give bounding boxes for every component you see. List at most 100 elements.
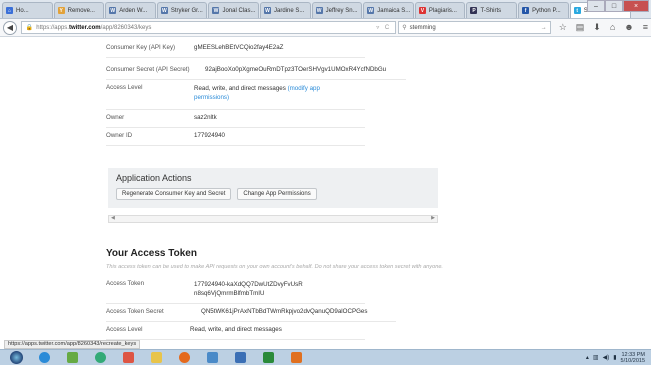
row-label: Consumer Secret (API Secret) [106, 66, 190, 73]
wiki-icon: W [264, 7, 272, 14]
plagiarism-icon: V [418, 7, 426, 14]
url-prefix: https://apps. [36, 24, 69, 31]
search-bar[interactable]: ⚲ stemming → [398, 21, 551, 34]
browser-tab-strip: ⌂ Ho... Y Remove... W Arden W... W Stryker G… [0, 0, 651, 19]
tab-label: Jardine S... [274, 7, 305, 14]
tray-arrow-icon[interactable]: ▴ [586, 354, 589, 361]
chat-icon[interactable]: ☻ [624, 22, 633, 33]
home-icon[interactable]: ⌂ [610, 22, 615, 33]
python-icon [234, 352, 246, 363]
wiki-icon: W [109, 7, 117, 14]
row-label: Access Token Secret [106, 308, 164, 315]
browser-tab[interactable]: P T-Shirts [466, 2, 518, 18]
taskbar-excel[interactable] [256, 351, 280, 365]
folder-icon [66, 352, 78, 363]
reading-list-icon[interactable]: ▤ [576, 22, 585, 33]
wiki-icon: W [315, 7, 323, 14]
tab-label: Arden W... [119, 7, 148, 14]
clock-time: 12:33 PM [621, 351, 645, 358]
taskbar-firefox[interactable] [172, 351, 196, 365]
tab-label: Remove... [67, 7, 95, 14]
access-token-row: Access Token 177924940-kaXdQQ7DwUtZDvyFv… [106, 280, 365, 304]
star-icon[interactable]: ☆ [559, 22, 567, 33]
access-token-secret-row: Access Token Secret QN5tWK61jPrAxNTbBdTW… [106, 308, 396, 322]
regenerate-keys-button[interactable]: Regenerate Consumer Key and Secret [116, 188, 232, 200]
menu-icon[interactable]: ≡ [643, 22, 648, 33]
token-access-level-value: Read, write, and direct messages [190, 326, 282, 333]
taskbar-explorer[interactable] [60, 351, 84, 365]
clock-date: 5/10/2015 [620, 357, 645, 364]
search-input[interactable]: stemming [410, 25, 436, 31]
browser-tab[interactable]: V Plagiaris... [414, 2, 466, 18]
taskbar-files[interactable] [144, 351, 168, 365]
system-clock[interactable]: 12:33 PM 5/10/2015 [621, 352, 645, 364]
start-button[interactable] [4, 351, 28, 365]
toolbar-icons: ☆ ▤ ⬇ ⌂ ☻ ≡ [559, 22, 648, 33]
network-icon[interactable]: ▥ [593, 354, 599, 361]
consumer-key-value: gMEESLehBEtVCQio2fay4E2aZ [194, 44, 284, 51]
row-label: Consumer Key (API Key) [106, 44, 176, 51]
url-domain: twitter.com [68, 24, 101, 31]
taskbar-app[interactable] [200, 351, 224, 365]
taskbar-ie[interactable] [32, 351, 56, 365]
browser-tab[interactable]: ⌂ Ho... [2, 2, 53, 18]
application-actions-panel: Application Actions Regenerate Consumer … [108, 168, 438, 208]
owner-id-value: 177924940 [194, 132, 225, 139]
window-controls: – □ × [587, 0, 649, 12]
browser-tab[interactable]: f Python P... [518, 2, 569, 18]
download-icon[interactable]: ⬇ [593, 22, 601, 33]
volume-icon[interactable]: ◀) [603, 354, 610, 361]
taskbar-media[interactable] [88, 351, 112, 365]
application-actions-title: Application Actions [116, 173, 192, 183]
taskbar: ▴ ▥ ◀) ▮ 12:33 PM 5/10/2015 [0, 349, 651, 365]
maximize-button[interactable]: □ [605, 0, 623, 12]
page-content: Consumer Key (API Key) gMEESLehBEtVCQio2… [0, 37, 651, 340]
search-icon: ⚲ [402, 25, 407, 31]
access-token-title: Your Access Token [106, 248, 197, 259]
owner-id-row: Owner ID 177924940 [106, 132, 365, 146]
wiki-icon: W [212, 7, 220, 14]
taskbar-office[interactable] [284, 351, 308, 365]
yahoo-icon: Y [57, 7, 65, 14]
horizontal-scrollbar[interactable]: ◀ ▶ [108, 215, 438, 223]
browser-tab[interactable]: W Jeffrey Sn... [311, 2, 363, 18]
url-path: /app/8260343/keys [100, 24, 152, 31]
browser-tab[interactable]: W Stryker Gr... [156, 2, 208, 18]
wiki-icon: W [367, 7, 375, 14]
scroll-left-icon[interactable]: ◀ [111, 215, 115, 221]
close-window-button[interactable]: × [623, 0, 649, 12]
url-bar[interactable]: 🔒 https://apps. twitter.com/app/8260343/k… [20, 21, 397, 34]
token-access-level-row: Access Level Read, write, and direct mes… [106, 326, 365, 340]
access-token-secret-value: QN5tWK61jPrAxNTbBdTWmRkpjvo2dvQanuQD9alO… [201, 308, 368, 315]
scroll-right-icon[interactable]: ▶ [431, 215, 435, 221]
browser-tab[interactable]: W Arden W... [105, 2, 156, 18]
tab-label: Ho... [16, 7, 29, 14]
consumer-secret-value: 92ajBooXo0pXgmeOuRmDTpz3TOerSHVgv1UMOxR4… [205, 66, 387, 73]
tab-label: T-Shirts [480, 7, 502, 14]
browser-tab[interactable]: W Jonal Clas... [208, 2, 260, 18]
back-button[interactable]: ◀ [3, 20, 17, 35]
minimize-button[interactable]: – [587, 0, 605, 12]
change-permissions-button[interactable]: Change App Permissions [237, 188, 317, 200]
taskbar-python[interactable] [228, 351, 252, 365]
browser-tab[interactable]: Y Remove... [53, 2, 105, 18]
browser-tab[interactable]: W Jardine S... [260, 2, 311, 18]
files-icon [150, 352, 162, 363]
firefox-icon [178, 352, 190, 363]
search-go-icon[interactable]: → [541, 25, 547, 31]
home-icon: ⌂ [6, 7, 13, 14]
access-level-value: Read, write, and direct messages (modify… [194, 84, 354, 109]
url-tools[interactable]: ▿ C [376, 24, 391, 31]
excel-icon [262, 352, 274, 363]
owner-row: Owner saz2nltk [106, 114, 365, 128]
taskbar-matlab[interactable] [116, 351, 140, 365]
row-label: Access Level [106, 326, 143, 333]
wiki-icon: W [160, 7, 168, 14]
tab-label: Plagiaris... [428, 7, 457, 14]
internet-explorer-icon [38, 352, 50, 363]
row-label: Access Token [106, 280, 145, 287]
app-icon [206, 352, 218, 363]
browser-tab[interactable]: W Jamaica S... [363, 2, 414, 18]
access-level-row: Access Level Read, write, and direct mes… [106, 84, 365, 110]
battery-icon[interactable]: ▮ [613, 354, 616, 361]
